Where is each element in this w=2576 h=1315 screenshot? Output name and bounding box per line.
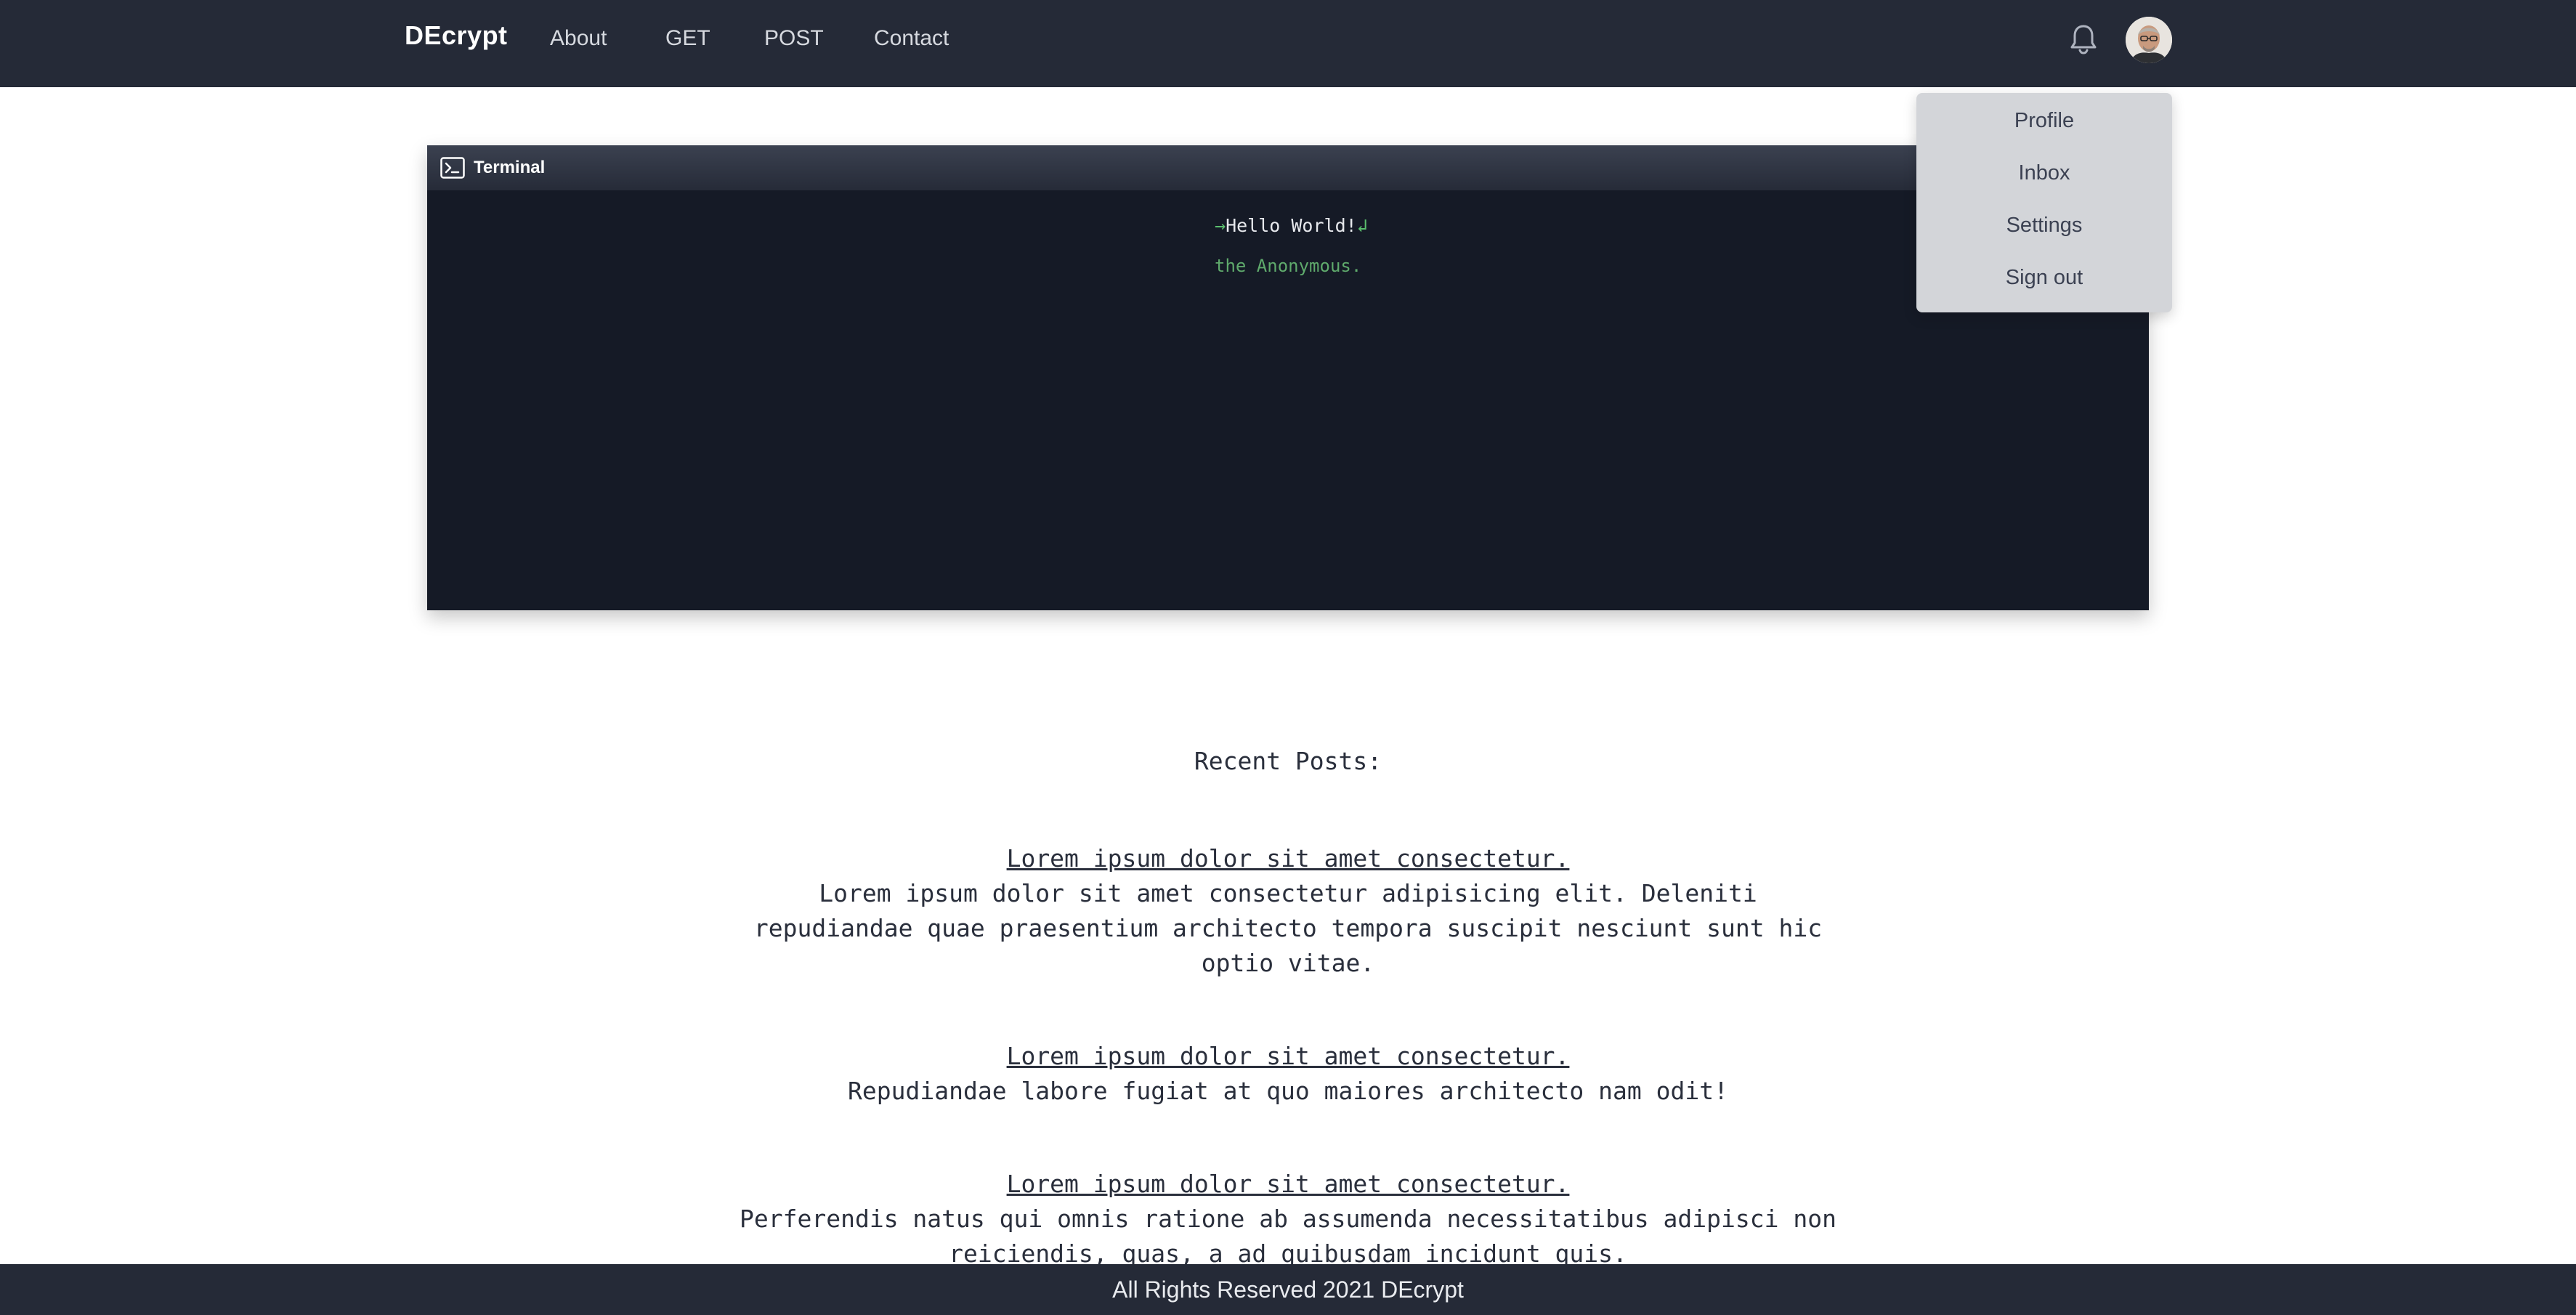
- post-item: Lorem ipsum dolor sit amet consectetur. …: [726, 841, 1850, 981]
- brand-logo[interactable]: DEcrypt: [405, 20, 508, 51]
- nav-link-get[interactable]: GET: [665, 26, 710, 51]
- page-footer: All Rights Reserved 2021 DEcrypt: [0, 1264, 2576, 1315]
- terminal-greeting: Hello World!: [1226, 215, 1357, 236]
- nav-link-about[interactable]: About: [550, 26, 607, 51]
- post-excerpt-line: Lorem ipsum dolor sit amet consectetur a…: [819, 879, 1757, 907]
- user-avatar[interactable]: [2126, 17, 2172, 63]
- menu-item-inbox[interactable]: Inbox: [1916, 161, 2172, 185]
- terminal-signature: the Anonymous.: [1215, 256, 1362, 276]
- post-excerpt-line: optio vitae.: [1201, 949, 1375, 977]
- terminal-output-line: →Hello World!↲: [1215, 215, 1368, 236]
- nav-link-contact[interactable]: Contact: [874, 26, 949, 51]
- arrow-icon: →: [1215, 215, 1226, 236]
- menu-item-settings[interactable]: Settings: [1916, 214, 2172, 238]
- post-title-link[interactable]: Lorem ipsum dolor sit amet consectetur.: [1007, 1167, 1570, 1202]
- return-icon: ↲: [1356, 215, 1368, 236]
- terminal-title-bar: Terminal: [427, 145, 2149, 190]
- menu-item-profile[interactable]: Profile: [1916, 109, 2172, 133]
- top-navbar: DEcrypt About GET POST Contact: [0, 0, 2576, 87]
- post-item: Lorem ipsum dolor sit amet consectetur. …: [726, 1167, 1850, 1271]
- terminal-window: Terminal →Hello World!↲ the Anonymous.: [427, 145, 2149, 610]
- post-excerpt-line: Repudiandae labore fugiat at quo maiores…: [848, 1077, 1728, 1105]
- post-excerpt-line: Perferendis natus qui omnis ratione ab a…: [740, 1205, 1836, 1233]
- terminal-title: Terminal: [474, 158, 546, 177]
- post-title-link[interactable]: Lorem ipsum dolor sit amet consectetur.: [1007, 841, 1570, 876]
- nav-link-post[interactable]: POST: [764, 26, 824, 51]
- recent-posts-heading: Recent Posts:: [1194, 747, 1382, 775]
- post-item: Lorem ipsum dolor sit amet consectetur. …: [726, 1039, 1850, 1109]
- post-excerpt-line: repudiandae quae praesentium architecto …: [753, 914, 1823, 942]
- bell-icon[interactable]: [2069, 23, 2098, 55]
- menu-item-sign-out[interactable]: Sign out: [1916, 266, 2172, 290]
- terminal-prompt-icon: [440, 157, 465, 179]
- post-title-link[interactable]: Lorem ipsum dolor sit amet consectetur.: [1007, 1039, 1570, 1074]
- user-dropdown-menu: Profile Inbox Settings Sign out: [1916, 93, 2172, 312]
